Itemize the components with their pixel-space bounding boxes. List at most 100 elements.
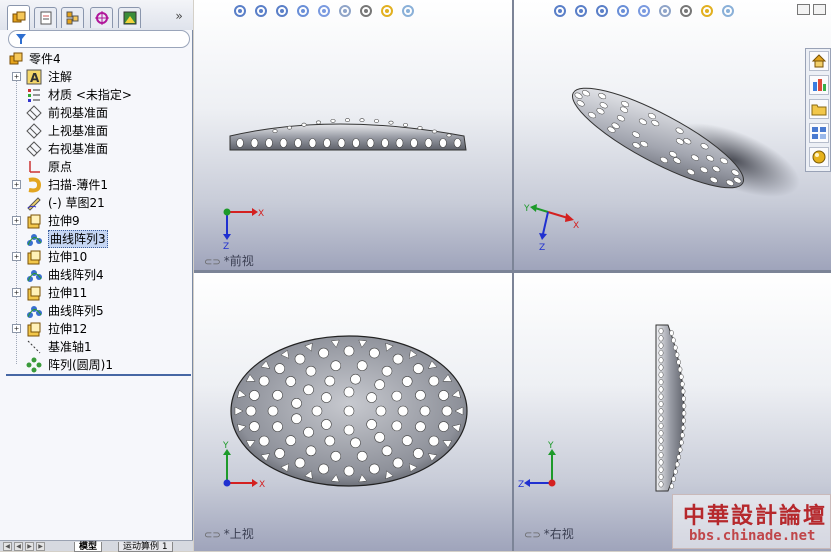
display-manager-icon — [123, 11, 137, 25]
edit-appearance-icon[interactable] — [699, 3, 715, 19]
tab-feature-manager[interactable] — [7, 5, 30, 30]
apply-scene-icon[interactable] — [720, 3, 736, 19]
extrude-icon — [27, 250, 41, 265]
tree-filter-input[interactable] — [8, 30, 190, 48]
tree-item[interactable]: 阵列(圆周)1 — [0, 356, 193, 374]
coordinate-triad-front: X Z — [223, 208, 264, 250]
zoom-area-icon[interactable] — [573, 3, 589, 19]
tree-item[interactable]: 材质 <未指定> — [0, 86, 193, 104]
sweep-icon — [28, 177, 42, 193]
folder-icon — [811, 104, 827, 116]
expand-toggle[interactable]: + — [12, 72, 21, 81]
view-orientation-icon[interactable] — [316, 3, 332, 19]
tree-item[interactable]: 曲线阵列3 — [0, 230, 193, 248]
hide-show-icon[interactable] — [358, 3, 374, 19]
tree-item[interactable]: 曲线阵列5 — [0, 302, 193, 320]
tab-configuration-manager[interactable] — [61, 7, 84, 28]
tree-item[interactable]: 上视基准面 — [0, 122, 193, 140]
section-view-icon[interactable] — [295, 3, 311, 19]
zoom-area-icon[interactable] — [253, 3, 269, 19]
bottom-tab-strip: ◀ ◀ ▶ ▶ 模型 运动算例 1 — [0, 540, 193, 552]
view-palette-button[interactable] — [809, 123, 829, 143]
feature-manager-icon — [12, 11, 26, 23]
hide-show-icon[interactable] — [678, 3, 694, 19]
design-library-icon — [813, 79, 826, 91]
display-style-icon[interactable] — [337, 3, 353, 19]
sketch-icon — [27, 197, 41, 211]
tree-item[interactable]: 基准轴1 — [0, 338, 193, 356]
zoom-to-fit-icon[interactable] — [232, 3, 248, 19]
last-tab-arrow-icon[interactable]: ▶ — [36, 542, 45, 551]
filter-icon — [16, 34, 26, 44]
previous-view-icon[interactable] — [594, 3, 610, 19]
viewport-top[interactable]: Y X ⊂⊃ *上视 — [194, 273, 512, 551]
triad-z-label: Z — [539, 243, 545, 252]
first-tab-arrow-icon[interactable]: ◀ — [3, 542, 12, 551]
edit-appearance-icon[interactable] — [379, 3, 395, 19]
watermark-url: bbs.chinade.net — [689, 528, 816, 544]
tree-item[interactable]: (-) 草图21 — [0, 194, 193, 212]
viewport-front[interactable]: X Z ⊂⊃ *前视 — [194, 0, 512, 270]
tree-item[interactable]: 零件4 — [0, 50, 193, 68]
triad-x-label: X — [258, 209, 264, 219]
tree-item-label: 曲线阵列3 — [48, 230, 108, 248]
maximize-button[interactable] — [813, 4, 826, 15]
display-style-icon[interactable] — [657, 3, 673, 19]
tree-item[interactable]: + A 注解 — [0, 68, 193, 86]
minimize-button[interactable] — [797, 4, 810, 15]
expand-toggle[interactable]: + — [12, 288, 21, 297]
viewport-label-front: ⊂⊃ *前视 — [204, 254, 254, 268]
tree-item[interactable]: 原点 — [0, 158, 193, 176]
design-library-button[interactable] — [809, 75, 829, 95]
view-toolbar-front — [232, 3, 421, 21]
tab-display-manager[interactable] — [118, 7, 141, 28]
tree-item[interactable]: + 扫描-薄件1 — [0, 176, 193, 194]
expand-toggle[interactable]: + — [12, 216, 21, 225]
curve-pattern-icon — [27, 234, 42, 246]
viewport-splitter-vertical[interactable] — [512, 0, 514, 551]
tree-item[interactable]: 右视基准面 — [0, 140, 193, 158]
view-palette-icon — [812, 127, 826, 139]
solidworks-resources-button[interactable] — [809, 51, 829, 71]
apply-scene-icon[interactable] — [400, 3, 416, 19]
expand-toggle[interactable]: + — [12, 180, 21, 189]
viewport-isometric[interactable]: X Y Z — [514, 0, 831, 270]
view-orientation-icon[interactable] — [636, 3, 652, 19]
tree-item[interactable]: + 拉伸10 — [0, 248, 193, 266]
link-views-icon[interactable]: ⊂⊃ — [524, 530, 541, 541]
plane-icon — [26, 141, 42, 157]
tab-dimxpert-manager[interactable] — [90, 7, 113, 28]
tab-property-manager[interactable] — [34, 7, 57, 28]
triad-z-label: Z — [518, 480, 524, 490]
previous-view-icon[interactable] — [274, 3, 290, 19]
rollback-bar[interactable] — [6, 374, 191, 376]
collapse-panel-button[interactable]: » — [171, 8, 187, 24]
origin-icon — [29, 161, 40, 173]
tree-item[interactable]: + 拉伸11 — [0, 284, 193, 302]
file-explorer-button[interactable] — [809, 99, 829, 119]
tree-item[interactable]: + 拉伸9 — [0, 212, 193, 230]
tree-item[interactable]: 前视基准面 — [0, 104, 193, 122]
tree-item-label: 注解 — [48, 70, 73, 84]
axis-icon — [27, 340, 41, 354]
next-tab-arrow-icon[interactable]: ▶ — [25, 542, 34, 551]
section-view-icon[interactable] — [615, 3, 631, 19]
expand-toggle[interactable]: + — [12, 324, 21, 333]
zoom-to-fit-icon[interactable] — [552, 3, 568, 19]
link-views-icon[interactable]: ⊂⊃ — [204, 530, 221, 541]
graphics-area: X Z ⊂⊃ *前视 X Y Z Y X ⊂⊃ *上视 Y Z ⊂⊃ *右视 — [194, 0, 831, 551]
extrude-icon — [27, 322, 41, 337]
triad-y-label: Y — [547, 441, 554, 451]
curve-pattern-icon — [27, 270, 42, 282]
tree-item[interactable]: + 拉伸12 — [0, 320, 193, 338]
annotation-icon: A — [26, 69, 42, 85]
appearances-button[interactable] — [809, 147, 829, 167]
tree-item-label: 曲线阵列5 — [48, 304, 104, 318]
expand-toggle[interactable]: + — [12, 252, 21, 261]
tree-item-label: 阵列(圆周)1 — [48, 358, 113, 372]
tree-item[interactable]: 曲线阵列4 — [0, 266, 193, 284]
triad-z-label: Z — [223, 242, 229, 250]
link-views-icon[interactable]: ⊂⊃ — [204, 257, 221, 268]
prev-tab-arrow-icon[interactable]: ◀ — [14, 542, 23, 551]
task-pane — [805, 48, 831, 172]
